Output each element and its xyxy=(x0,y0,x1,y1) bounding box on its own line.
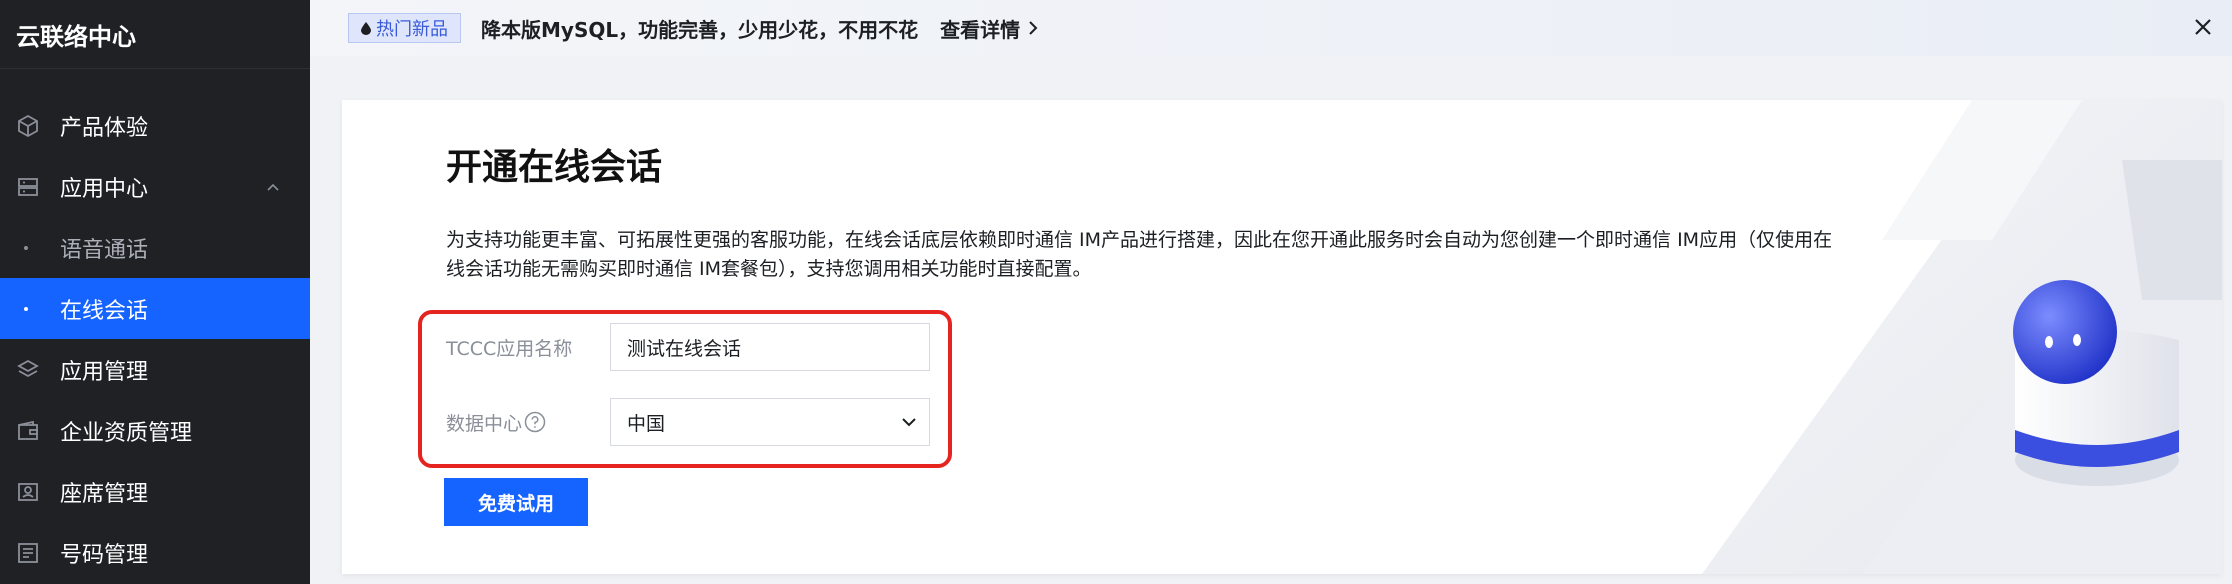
help-icon[interactable] xyxy=(524,411,546,433)
datacenter-select[interactable]: 中国 xyxy=(610,398,930,446)
id-card-icon xyxy=(16,480,40,504)
page-title: 开通在线会话 xyxy=(446,147,663,188)
sidebar-item-label: 企业资质管理 xyxy=(60,420,193,446)
sidebar-item-label: 号码管理 xyxy=(60,542,149,568)
app-name-row: TCCC应用名称 xyxy=(446,323,930,371)
close-icon[interactable] xyxy=(2192,16,2214,38)
tag-label: 热门新品 xyxy=(376,19,448,40)
sidebar-item-online-session[interactable]: 在线会话 xyxy=(0,278,310,339)
sidebar-item-label: 产品体验 xyxy=(60,115,149,141)
sidebar-nav: 产品体验 应用中心 语音通话 在线会话 应用管理 企业资质管理 座席管理 号码管… xyxy=(0,95,310,583)
sidebar-item-label: 在线会话 xyxy=(60,298,149,324)
layers-icon xyxy=(16,358,40,382)
bullet-icon xyxy=(24,245,28,250)
sidebar-item-label: 语音通话 xyxy=(60,237,149,263)
banner-text: 降本版MySQL，功能完善，少用少花，不用不花 xyxy=(481,17,919,42)
bullet-icon xyxy=(24,306,28,311)
sidebar-item-number-management[interactable]: 号码管理 xyxy=(0,522,310,583)
datacenter-label-wrap: 数据中心 xyxy=(446,409,610,436)
app-name-input[interactable] xyxy=(610,323,930,371)
brand-title: 云联络中心 xyxy=(0,0,310,69)
promo-banner: 热门新品 降本版MySQL，功能完善，少用少花，不用不花 查看详情 xyxy=(310,0,2232,56)
sidebar-item-app-management[interactable]: 应用管理 xyxy=(0,339,310,400)
chevron-down-icon xyxy=(902,418,916,427)
chevron-up-icon[interactable] xyxy=(266,180,280,194)
page-description: 为支持功能更丰富、可拓展性更强的客服功能，在线会话底层依赖即时通信 IM产品进行… xyxy=(446,229,1833,280)
datacenter-label: 数据中心 xyxy=(446,412,523,435)
server-icon xyxy=(16,175,40,199)
sidebar: 云联络中心 产品体验 应用中心 语音通话 在线会话 应用管理 企业资质管理 座席… xyxy=(0,0,310,584)
view-details-label: 查看详情 xyxy=(940,17,1021,42)
main-card: 开通在线会话 为支持功能更丰富、可拓展性更强的客服功能，在线会话底层依赖即时通信… xyxy=(342,100,2222,574)
sidebar-item-seat-management[interactable]: 座席管理 xyxy=(0,461,310,522)
sidebar-item-label: 座席管理 xyxy=(60,481,149,507)
free-trial-button[interactable]: 免费试用 xyxy=(444,478,588,526)
sidebar-item-label: 应用管理 xyxy=(60,359,149,385)
list-icon xyxy=(16,541,40,565)
sidebar-item-label: 应用中心 xyxy=(60,176,149,202)
app-name-label: TCCC应用名称 xyxy=(446,337,573,360)
cube-icon xyxy=(16,114,40,138)
sidebar-item-product-trial[interactable]: 产品体验 xyxy=(0,95,310,156)
datacenter-row: 数据中心 中国 xyxy=(446,398,930,446)
chevron-right-icon xyxy=(1029,21,1038,35)
hot-new-tag: 热门新品 xyxy=(348,13,461,43)
datacenter-value: 中国 xyxy=(627,412,666,435)
sidebar-item-app-center[interactable]: 应用中心 xyxy=(0,156,310,217)
drop-icon xyxy=(361,21,371,35)
robot-illustration xyxy=(1702,100,2222,574)
sidebar-item-voice-call[interactable]: 语音通话 xyxy=(0,217,310,278)
sidebar-item-enterprise-qualification[interactable]: 企业资质管理 xyxy=(0,400,310,461)
view-details-link[interactable]: 查看详情 xyxy=(940,14,1038,43)
wallet-icon xyxy=(16,419,40,443)
